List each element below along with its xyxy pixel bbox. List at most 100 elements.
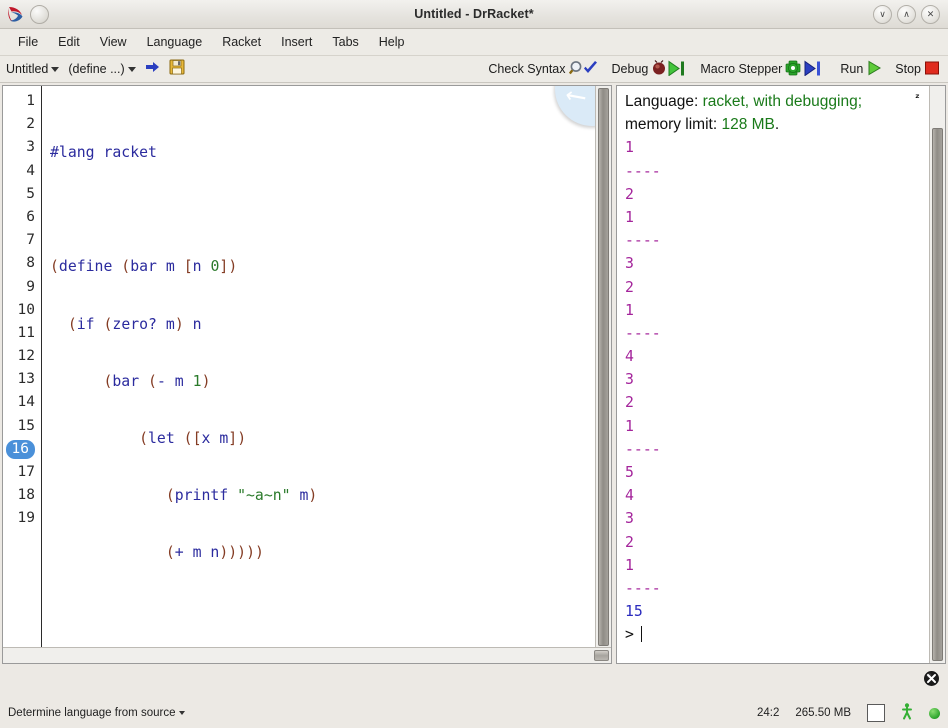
repl-output-line: ---- — [625, 579, 661, 597]
window-title: Untitled - DrRacket* — [414, 7, 534, 21]
line-number: 16 — [3, 438, 41, 461]
magnifier-checkmark-icon — [568, 60, 599, 79]
menu-insert[interactable]: Insert — [271, 32, 322, 52]
file-dropdown[interactable]: Untitled — [6, 62, 60, 76]
toolbar-left: Untitled (define ...) — [6, 59, 185, 80]
run-button[interactable]: Run — [840, 60, 882, 79]
minimize-icon[interactable]: ∨ — [873, 4, 892, 24]
line-number: 8 — [26, 255, 35, 272]
docs-arrow-bubble-icon[interactable]: ⟵ — [555, 86, 595, 126]
editor-vscroll-thumb[interactable] — [598, 88, 609, 646]
debug-label: Debug — [611, 62, 649, 76]
check-syntax-button[interactable]: Check Syntax — [488, 60, 598, 79]
define-dropdown[interactable]: (define ...) — [68, 62, 136, 76]
repl-output-line: 1 — [625, 417, 634, 435]
language-mode-dropdown[interactable]: Determine language from source — [8, 707, 186, 719]
repl-memory-line: memory limit: 128 MB. — [625, 116, 780, 134]
line-number: 12 — [17, 348, 35, 365]
line-number: 19 — [17, 510, 35, 527]
window-menu-button[interactable] — [30, 4, 49, 24]
stop-button[interactable]: Stop — [895, 60, 940, 79]
macro-stepper-label: Macro Stepper — [700, 62, 783, 76]
repl-output-line: ---- — [625, 162, 661, 180]
repl-output-line: ---- — [625, 232, 661, 250]
file-dropdown-label: Untitled — [6, 62, 49, 76]
maximize-icon[interactable]: ∧ — [897, 4, 916, 24]
line-number: 13 — [17, 371, 35, 388]
repl-output-line: ---- — [625, 324, 661, 342]
language-mode-label: Determine language from source — [8, 707, 176, 719]
drracket-window: Untitled - DrRacket* ∨ ∧ ✕ File Edit Vie… — [0, 0, 948, 728]
line-number: 18 — [17, 487, 35, 504]
repl-prompt-line[interactable]: > — [625, 623, 923, 646]
repl-output-line: 1 — [625, 556, 634, 574]
memory-usage: 265.50 MB — [795, 707, 851, 719]
repl-output[interactable]: ᶻ Language: racket, with debugging; memo… — [617, 86, 929, 663]
debug-button[interactable]: Debug — [611, 59, 688, 79]
menu-tabs[interactable]: Tabs — [322, 32, 368, 52]
repl-output-line: 2 — [625, 394, 634, 412]
menu-bar: File Edit View Language Racket Insert Ta… — [0, 29, 948, 56]
menu-help[interactable]: Help — [369, 32, 415, 52]
line-number: 11 — [17, 324, 35, 341]
status-bar-right: 24:2 265.50 MB — [757, 703, 940, 723]
line-number: 9 — [26, 278, 35, 295]
line-number: 10 — [17, 301, 35, 318]
repl-vertical-scrollbar[interactable] — [929, 86, 945, 663]
editor-vertical-scrollbar[interactable] — [595, 86, 611, 647]
repl-output-line: 5 — [625, 464, 634, 481]
bug-step-icon — [651, 59, 687, 79]
memory-indicator-box-icon[interactable] — [867, 704, 885, 722]
language-value: racket, with debugging; — [702, 93, 862, 110]
red-stop-square-icon — [924, 60, 940, 79]
toolbar-right: Check Syntax Debug Macro Stepper Run Sto… — [488, 59, 942, 79]
title-bar-left — [0, 4, 126, 24]
line-number: 15 — [17, 417, 35, 434]
language-label: Language: — [625, 93, 699, 110]
menu-view[interactable]: View — [90, 32, 137, 52]
title-bar: Untitled - DrRacket* ∨ ∧ ✕ — [0, 0, 948, 29]
line-number: 3 — [26, 139, 35, 156]
menu-language[interactable]: Language — [137, 32, 213, 52]
status-area: Determine language from source 24:2 265.… — [0, 664, 948, 728]
menu-racket[interactable]: Racket — [212, 32, 271, 52]
repl-prompt-symbol: > — [625, 626, 634, 644]
menu-edit[interactable]: Edit — [48, 32, 90, 52]
repl-output-line: 2 — [625, 278, 634, 296]
code-editor[interactable]: ⟵ #lang racket (define (bar m [n 0]) (if… — [42, 86, 595, 647]
menu-file[interactable]: File — [8, 32, 48, 52]
repl-output-line: 4 — [625, 487, 634, 505]
line-number: 14 — [17, 394, 35, 411]
repl-output-line: 3 — [625, 510, 634, 528]
chevron-down-icon — [179, 711, 186, 715]
editor-horizontal-scrollbar[interactable] — [3, 647, 611, 663]
repl-output-line: 1 — [625, 208, 634, 226]
repl-output-line: 4 — [625, 348, 634, 366]
floppy-disk-save-icon[interactable] — [169, 59, 185, 80]
memory-limit-label: memory limit: — [625, 116, 718, 134]
repl-vscroll-thumb[interactable] — [932, 128, 943, 661]
kill-program-x-icon[interactable] — [923, 670, 940, 687]
editor-body: 1 2 3 4 5 6 7 8 9 10 11 12 13 14 15 16 17 18 19 ⟵ #lang ra… — [3, 86, 611, 647]
window-controls: ∨ ∧ ✕ — [873, 4, 948, 24]
repl-output-line: 2 — [625, 533, 634, 551]
right-arrow-icon[interactable] — [145, 60, 160, 79]
repl-wrap: ᶻ Language: racket, with debugging; memo… — [617, 86, 945, 663]
main-split: 1 2 3 4 5 6 7 8 9 10 11 12 13 14 15 16 17 18 19 ⟵ #lang ra… — [0, 83, 948, 664]
macro-stepper-button[interactable]: Macro Stepper — [700, 60, 827, 79]
repl-output-line: 3 — [625, 371, 634, 389]
line-number-gutter: 1 2 3 4 5 6 7 8 9 10 11 12 13 14 15 16 17 18 19 — [3, 86, 42, 647]
line-number: 7 — [26, 232, 35, 249]
repl-text-caret — [640, 626, 642, 643]
close-icon[interactable]: ✕ — [921, 4, 940, 24]
repl-output-line: 3 — [625, 255, 634, 273]
editor-hscroll-thumb[interactable] — [594, 650, 609, 661]
check-syntax-label: Check Syntax — [488, 62, 566, 76]
gear-step-icon — [785, 60, 827, 79]
interactions-pane: ᶻ Language: racket, with debugging; memo… — [616, 85, 946, 664]
line-number: 17 — [17, 464, 35, 480]
repl-corner-badge: ᶻ — [913, 91, 921, 105]
line-number: 1 — [26, 93, 35, 109]
stop-label: Stop — [895, 62, 921, 76]
memory-limit-value: 128 MB — [721, 116, 775, 134]
